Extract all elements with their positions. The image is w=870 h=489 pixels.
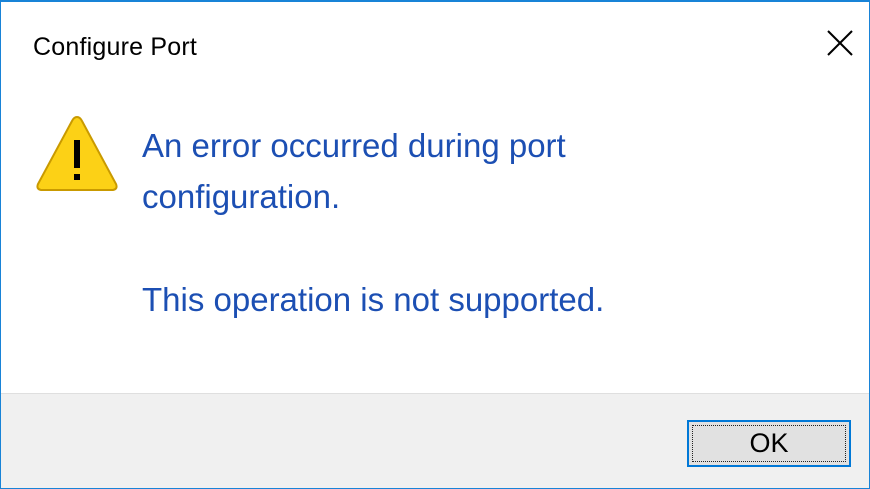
warning-icon: [36, 115, 118, 191]
message-secondary: This operation is not supported.: [142, 281, 605, 318]
ok-button-label: OK: [749, 428, 789, 458]
message-line-1: An error occurred during port: [142, 127, 566, 164]
close-button[interactable]: [817, 20, 863, 66]
button-bar: OK: [1, 393, 869, 488]
dialog-content: An error occurred during port configurat…: [1, 96, 869, 392]
dialog-title: Configure Port: [33, 33, 197, 61]
close-icon: [827, 30, 853, 56]
ok-button[interactable]: OK: [687, 420, 851, 467]
title-bar: Configure Port: [1, 2, 869, 96]
error-message: An error occurred during port configurat…: [142, 120, 742, 325]
dialog-window: Configure Port An error occurred during …: [0, 0, 870, 489]
message-line-2: configuration.: [142, 178, 341, 215]
